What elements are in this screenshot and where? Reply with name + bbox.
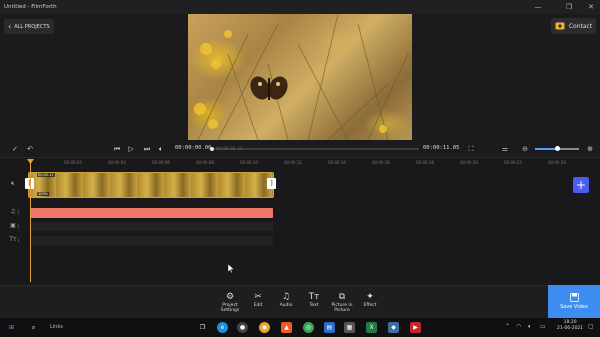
track-number: 1 [17, 238, 20, 243]
zoom-in-icon[interactable]: ⊕ [585, 144, 595, 154]
effect-icon: ✦ [366, 291, 374, 302]
ruler-tick: 00:00:04 [108, 160, 126, 165]
video-clip[interactable] [28, 172, 274, 198]
current-time: 00:00:00.00 [175, 145, 212, 151]
save-video-label: Save Video [560, 304, 588, 310]
fullscreen-icon[interactable]: ⛶ [466, 144, 476, 154]
clip-duration-label: 00:00:11 [37, 173, 55, 177]
store-icon[interactable]: ▤ [324, 322, 335, 333]
minimize-button[interactable]: — [529, 0, 547, 14]
search-icon[interactable]: ⌕ [28, 322, 39, 333]
playhead[interactable] [30, 160, 31, 282]
ruler-tick: 00:00:12 [284, 160, 302, 165]
total-time: 00:00:11.05 [423, 145, 460, 151]
project-settings-label: Project Settings [220, 303, 240, 314]
video-preview[interactable] [188, 14, 412, 140]
adjust-icon[interactable]: ⚌ [500, 144, 510, 154]
contact-icon [555, 22, 565, 30]
obs-icon[interactable]: ● [237, 322, 248, 333]
scissors-icon: ✂ [254, 291, 262, 302]
media-player-icon[interactable]: ▶ [410, 322, 421, 333]
title-bar: Untitled - FilmForth [0, 0, 600, 14]
ruler-tick: 00:00:22 [504, 160, 522, 165]
taskbar-date: 21-06-2021 [557, 325, 584, 331]
brave-icon[interactable]: ▲ [281, 322, 292, 333]
zoom-slider-fill [535, 148, 557, 150]
add-media-button[interactable]: + [573, 177, 589, 193]
contact-button[interactable]: Contact [551, 18, 596, 34]
text-label: Text [309, 303, 319, 308]
effect-label: Effect [363, 303, 377, 308]
zoom-out-icon[interactable]: ⊖ [520, 144, 530, 154]
taskbar-clock[interactable]: 18:20 21-06-2021 [557, 320, 583, 332]
edge-icon[interactable]: e [217, 322, 228, 333]
taskbar-search-text[interactable]: Links [50, 324, 63, 330]
speaker-icon[interactable]: 🔈︎ [528, 323, 532, 331]
gear-icon: ⚙ [225, 291, 235, 302]
all-projects-button[interactable]: ‹ ALL PROJECTS [4, 19, 54, 34]
track-number: 1 [17, 210, 20, 215]
clip-trim-end-handle[interactable]: ] [267, 178, 276, 189]
mouse-cursor-icon [228, 264, 234, 273]
picture-in-picture-label: Picture in Picture [331, 303, 353, 314]
text-track-bar[interactable] [30, 236, 273, 245]
zoom-slider-knob[interactable] [555, 146, 560, 151]
skip-back-icon[interactable]: ⏮ [112, 144, 122, 154]
audio-label: Audio [279, 303, 293, 308]
music-icon: ♫ [281, 291, 291, 302]
edit-button[interactable]: ✂ Edit [244, 291, 272, 309]
windows-start-icon[interactable]: ⊞ [6, 322, 17, 333]
save-video-button[interactable]: Save Video [548, 285, 600, 318]
battery-icon[interactable]: ▭ [540, 323, 546, 330]
ruler-tick: 00:00:20 [460, 160, 478, 165]
save-icon [569, 293, 579, 302]
edit-label: Edit [253, 303, 263, 308]
play-icon[interactable]: ▷ [126, 144, 136, 154]
all-projects-label: ALL PROJECTS [14, 23, 50, 30]
text-icon: Tт [308, 291, 320, 302]
close-button[interactable]: ✕ [582, 0, 600, 14]
preview-frame-image [194, 14, 409, 140]
contact-label: Contact [568, 22, 593, 30]
picture-in-picture-button[interactable]: ⧉ Picture in Picture [328, 291, 356, 314]
volume-icon[interactable]: 🔈︎ [156, 144, 166, 154]
ruler-tick: 00:00:06 [152, 160, 170, 165]
ruler-tick: 00:00:02 [64, 160, 82, 165]
video-track-mute-icon[interactable]: 🔇︎ [8, 180, 18, 188]
text-button[interactable]: Tт Text [300, 291, 328, 309]
app-icon[interactable]: ◉ [259, 322, 270, 333]
audio-button[interactable]: ♫ Audio [272, 291, 300, 309]
hover-time: 00:00:00.14 [216, 146, 243, 151]
timeline-ruler[interactable]: 00:00:02 00:00:04 00:00:06 00:00:08 00:0… [30, 160, 600, 170]
clip-speed-label: 100% [37, 192, 50, 196]
effect-button[interactable]: ✦ Effect [356, 291, 384, 309]
image-track-bar[interactable] [30, 222, 273, 231]
butterfly-graphic [250, 76, 288, 100]
vscode-icon[interactable]: ◆ [388, 322, 399, 333]
chrome-icon[interactable]: ◎ [303, 322, 314, 333]
ruler-tick: 00:00:10 [240, 160, 258, 165]
project-settings-button[interactable]: ⚙ Project Settings [216, 291, 244, 314]
ruler-tick: 00:00:24 [548, 160, 566, 165]
ruler-tick: 00:00:08 [196, 160, 214, 165]
audio-track-bar[interactable] [30, 208, 273, 218]
notification-icon[interactable]: ▢ [588, 323, 594, 330]
filmforth-taskbar-icon[interactable]: ▦ [344, 322, 355, 333]
ruler-tick: 00:00:16 [372, 160, 390, 165]
skip-forward-icon[interactable]: ⏭ [142, 144, 152, 154]
pip-icon: ⧉ [338, 291, 346, 302]
check-icon[interactable]: ✓ [10, 144, 20, 154]
chevron-left-icon: ‹ [8, 22, 12, 31]
undo-icon[interactable]: ↶ [25, 144, 35, 154]
task-view-icon[interactable]: ❐ [197, 322, 208, 333]
playback-progress-handle[interactable] [210, 147, 214, 151]
tray-chevron-icon[interactable]: ⌃ [505, 323, 510, 330]
restore-button[interactable]: ❐ [560, 0, 578, 14]
window-title: Untitled - FilmForth [4, 4, 57, 10]
ruler-tick: 00:00:14 [328, 160, 346, 165]
excel-icon[interactable]: X [366, 322, 377, 333]
track-number: 1 [17, 224, 20, 229]
ruler-tick: 00:00:18 [416, 160, 434, 165]
wifi-icon[interactable]: ◠ [516, 323, 521, 330]
